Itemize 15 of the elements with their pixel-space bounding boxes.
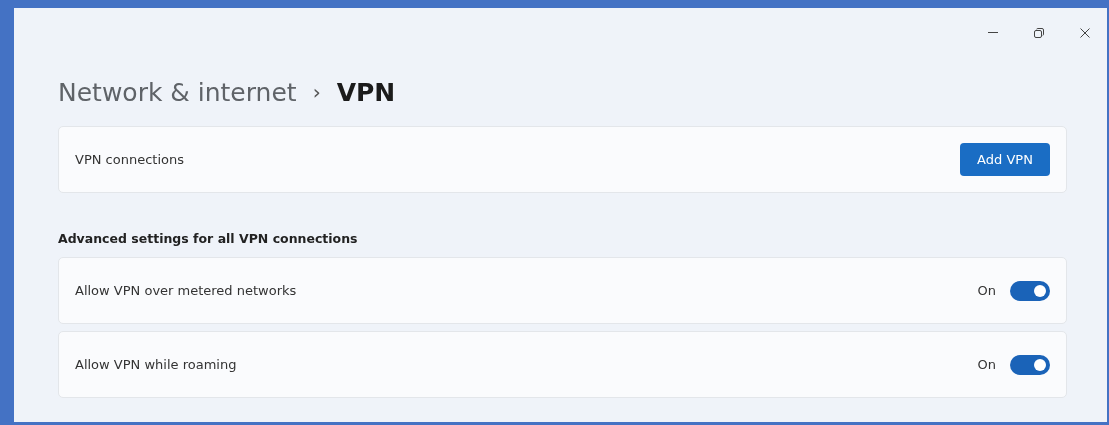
toggle-switch[interactable]	[1010, 280, 1050, 301]
minimize-icon	[988, 32, 998, 34]
breadcrumb-parent[interactable]: Network & internet	[58, 77, 297, 107]
setting-label: VPN connections	[75, 152, 184, 167]
restore-icon	[1034, 28, 1044, 38]
setting-label: Allow VPN while roaming	[75, 357, 237, 372]
toggle-state-text: On	[977, 357, 996, 372]
breadcrumb-separator: ›	[312, 80, 321, 104]
close-icon	[1080, 28, 1090, 38]
section-title: Advanced settings for all VPN connections	[58, 231, 359, 246]
setting-label: Allow VPN over metered networks	[75, 283, 297, 298]
add-vpn-button[interactable]: Add VPN	[960, 143, 1050, 176]
toggle-switch[interactable]	[1010, 354, 1050, 375]
toggle-state-text: On	[977, 283, 996, 298]
page-title: VPN	[336, 77, 396, 107]
